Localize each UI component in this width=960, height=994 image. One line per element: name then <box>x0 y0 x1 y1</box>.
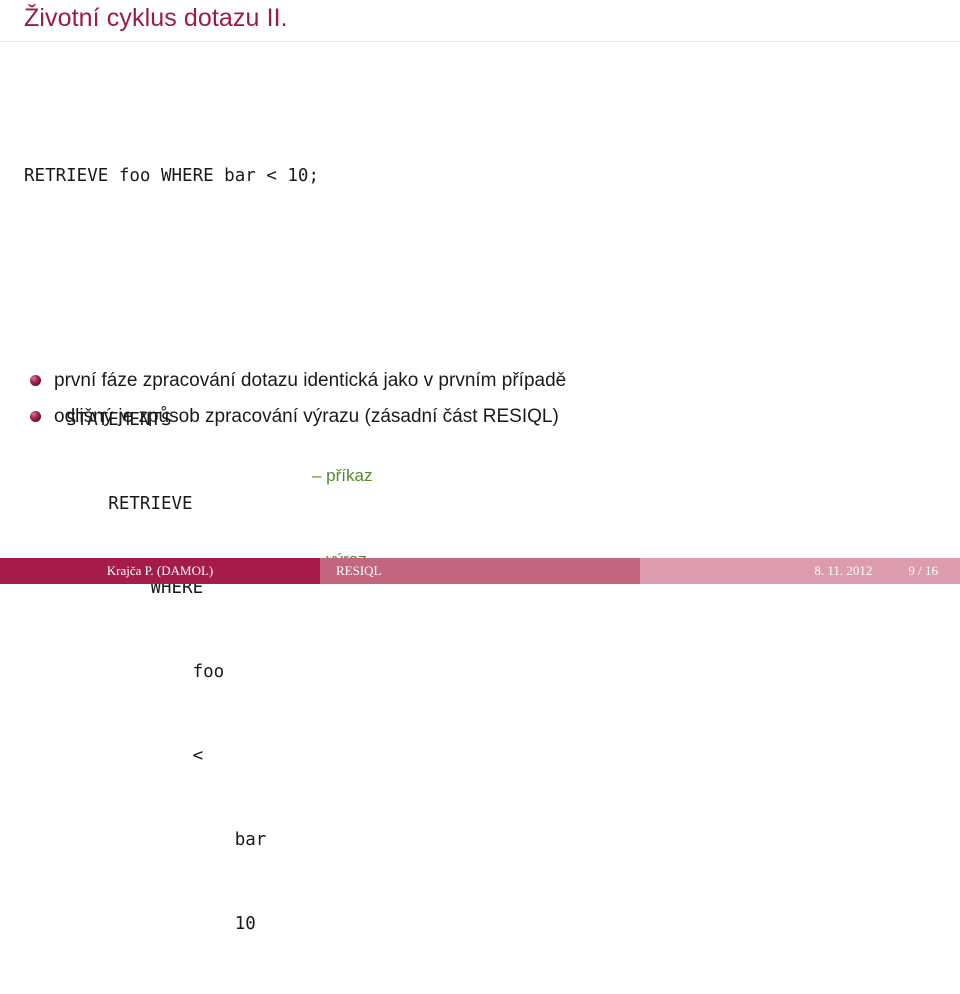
tree-line-text: foo <box>66 662 225 682</box>
bullet-icon <box>30 375 41 386</box>
footer-subject: RESIQL <box>320 558 640 584</box>
list-item-label: odlišný je způsob zpracování výrazu (zás… <box>54 406 559 427</box>
footer-meta: 8. 11. 2012 9 / 16 <box>640 558 960 584</box>
tree-line: 10 <box>24 882 319 934</box>
list-item: odlišný je způsob zpracování výrazu (zás… <box>30 404 920 429</box>
tree-line-text: bar <box>66 830 267 850</box>
code-spacer <box>24 274 319 294</box>
footer-date: 8. 11. 2012 <box>814 563 873 578</box>
tree-line: foo <box>24 630 319 682</box>
bullet-icon <box>30 411 41 422</box>
code-block: RETRIEVE foo WHERE bar < 10; STATEMENTS … <box>24 78 372 966</box>
list-item: první fáze zpracování dotazu identická j… <box>30 368 920 393</box>
bullet-list: první fáze zpracování dotazu identická j… <box>30 368 920 440</box>
tree-line-text: RETRIEVE <box>66 494 193 514</box>
list-item-label: první fáze zpracování dotazu identická j… <box>54 370 567 391</box>
footer-author: Krajča P. (DAMOL) <box>0 558 320 584</box>
tree-line-text: 10 <box>66 914 256 934</box>
title-divider <box>0 41 960 42</box>
tree-line: bar <box>24 798 319 850</box>
tree-line-annotation: – příkaz <box>312 466 373 485</box>
tree-line: RETRIEVE – příkaz <box>24 462 372 514</box>
slide-footer: Krajča P. (DAMOL) RESIQL 8. 11. 2012 9 /… <box>0 558 960 584</box>
tree-line: < <box>24 714 319 766</box>
page-title: Životní cyklus dotazu II. <box>24 4 288 32</box>
tree-line-text: < <box>66 746 204 766</box>
footer-page-number: 9 / 16 <box>908 563 938 578</box>
query-line: RETRIEVE foo WHERE bar < 10; <box>24 166 320 186</box>
